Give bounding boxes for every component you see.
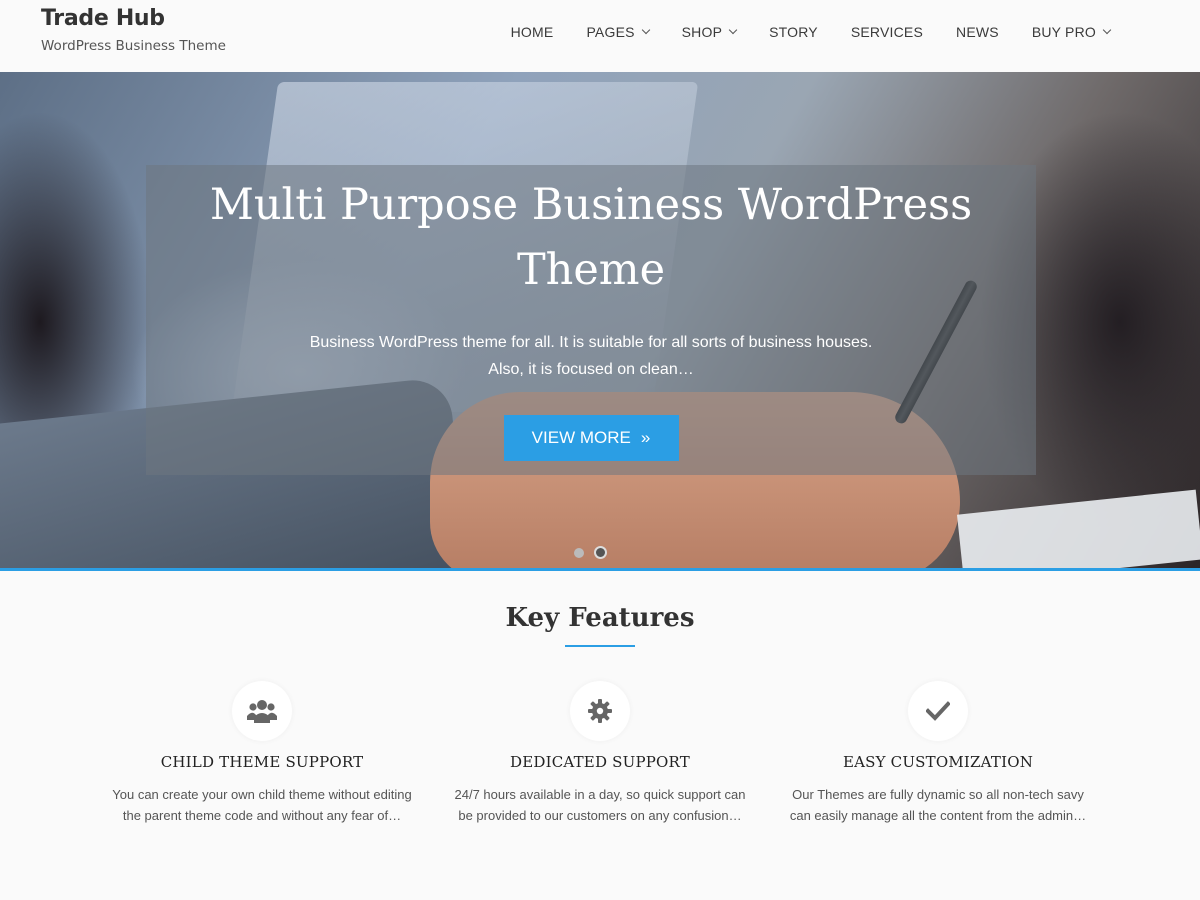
nav-label: PAGES [586,24,635,40]
feature-text: Our Themes are fully dynamic so all non-… [789,787,1087,823]
view-more-button[interactable]: VIEW MORE » [503,415,679,461]
feature-item: CHILD THEME SUPPORT You can create your … [112,681,412,826]
site-title[interactable]: Trade Hub [41,6,226,31]
feature-text: 24/7 hours available in a day, so quick … [454,787,746,823]
hero-title: Multi Purpose Business WordPress Theme [209,180,973,295]
section-title: Key Features [505,603,695,633]
slider-dots [574,546,617,559]
feature-text: You can create your own child theme with… [112,787,412,823]
feature-item: DEDICATED SUPPORT 24/7 hours available i… [450,681,750,826]
feature-item: EASY CUSTOMIZATION Our Themes are fully … [788,681,1088,826]
slider-dot-2[interactable] [594,546,607,559]
chevron-down-icon [728,25,738,35]
nav-item-buy-pro[interactable]: BUY PRO [1031,24,1112,40]
nav-item-story[interactable]: STORY [769,24,818,40]
feature-heading: DEDICATED SUPPORT [509,753,690,771]
nav-item-pages[interactable]: PAGES [586,24,650,40]
check-icon [908,681,968,741]
nav-label: STORY [769,24,818,40]
users-icon [232,681,292,741]
section-title-underline [565,645,635,647]
nav-label: HOME [510,24,554,40]
site-tagline: WordPress Business Theme [41,38,226,54]
nav-item-home[interactable]: HOME [511,24,554,40]
nav-item-shop[interactable]: SHOP [681,24,738,40]
view-more-label: VIEW MORE [531,428,631,447]
hero-caption: Multi Purpose Business WordPress Theme B… [146,165,1036,475]
nav-label: SHOP [681,24,723,40]
key-features-section: Key Features CHILD THEME SUPPORT You can… [0,571,1200,900]
nav-label: BUY PRO [1031,24,1096,40]
nav-item-news[interactable]: NEWS [956,24,999,40]
double-chevron-right-icon: » [640,428,651,447]
chevron-down-icon [1102,25,1112,35]
chevron-down-icon [641,25,650,35]
hero-background-paper [956,489,1200,568]
hero-slider: Multi Purpose Business WordPress Theme B… [0,72,1200,568]
feature-heading: EASY CUSTOMIZATION [842,753,1034,771]
nav-item-services[interactable]: SERVICES [851,24,923,40]
main-nav: HOME PAGES SHOP STORY SERVICES NEWS BUY … [511,24,1112,40]
nav-label: NEWS [956,24,999,40]
hero-description: Business WordPress theme for all. It is … [309,334,873,378]
gear-icon [570,681,630,741]
brand[interactable]: Trade Hub WordPress Business Theme [41,6,226,54]
slider-dot-1[interactable] [574,547,584,558]
feature-heading: CHILD THEME SUPPORT [160,753,364,771]
site-header: Trade Hub WordPress Business Theme HOME … [0,0,1200,72]
nav-label: SERVICES [850,24,924,40]
